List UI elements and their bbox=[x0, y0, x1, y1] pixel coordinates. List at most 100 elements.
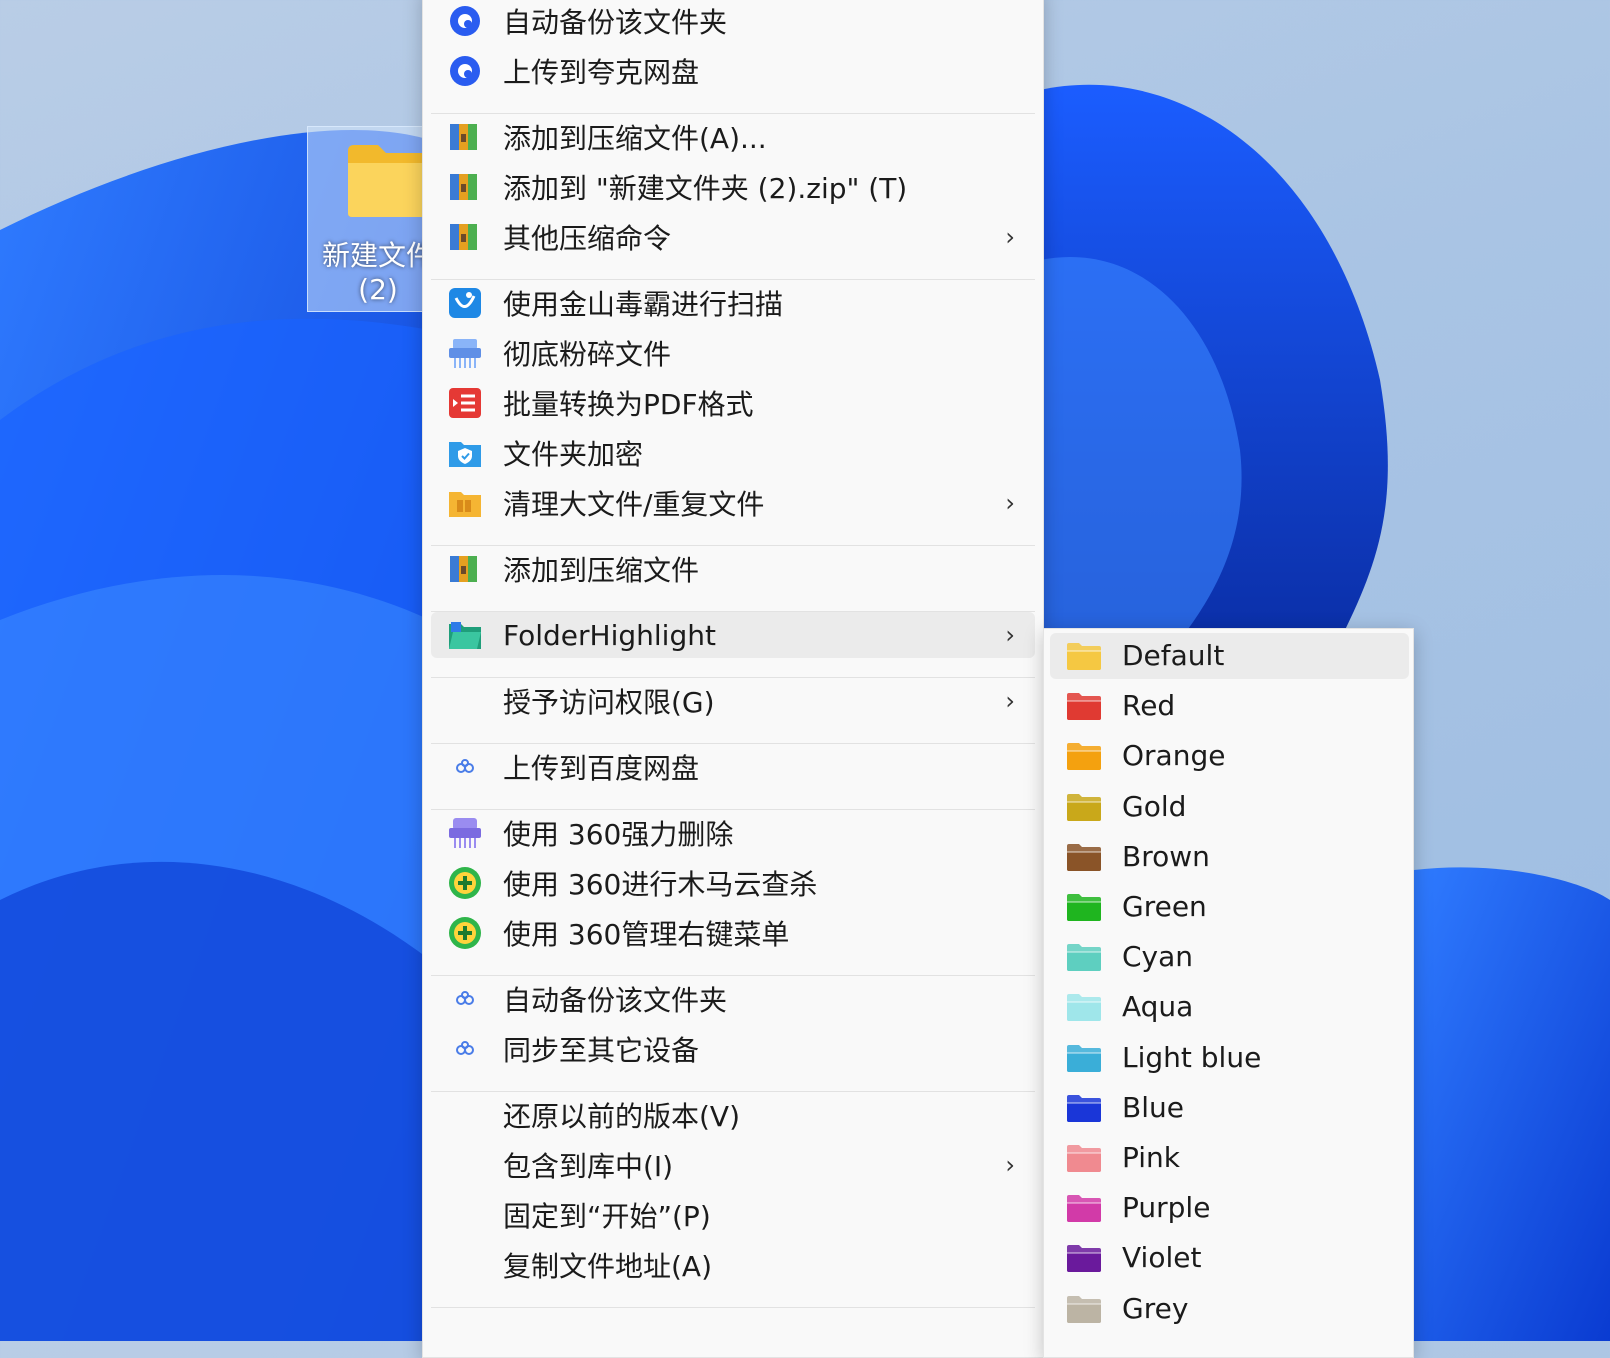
chevron-right-icon: › bbox=[1005, 223, 1015, 251]
color-option[interactable]: Red bbox=[1050, 683, 1409, 729]
baidu-cloud-icon bbox=[447, 750, 483, 784]
color-option[interactable]: Purple bbox=[1050, 1185, 1409, 1231]
folder-color-icon bbox=[1066, 641, 1102, 675]
menu-item-label: 添加到压缩文件(A)... bbox=[503, 122, 767, 155]
color-option-label: Green bbox=[1122, 890, 1207, 923]
menu-item[interactable]: 还原以前的版本(V) bbox=[431, 1092, 1035, 1138]
menu-item-label: 授予访问权限(G) bbox=[503, 686, 715, 719]
menu-item[interactable]: 使用金山毒霸进行扫描 bbox=[431, 280, 1035, 326]
color-option[interactable]: Grey bbox=[1050, 1286, 1409, 1332]
menu-item[interactable]: FolderHighlight › bbox=[431, 612, 1035, 658]
shredder-icon bbox=[447, 336, 483, 370]
menu-item[interactable]: 使用 360管理右键菜单 bbox=[431, 910, 1035, 956]
pdf-convert-icon bbox=[447, 386, 483, 420]
menu-item-label: 添加到压缩文件 bbox=[503, 554, 700, 587]
menu-item-label: 清理大文件/重复文件 bbox=[503, 488, 765, 521]
menu-item[interactable]: 添加到压缩文件(A)... bbox=[431, 114, 1035, 160]
folder-color-icon bbox=[1066, 1043, 1102, 1077]
quark-cloud-icon bbox=[447, 54, 483, 88]
folder-color-icon bbox=[1066, 1143, 1102, 1177]
folder-color-icon bbox=[1066, 992, 1102, 1026]
folder-color-icon bbox=[1066, 792, 1102, 826]
color-option[interactable]: Brown bbox=[1050, 834, 1409, 880]
folder-color-icon bbox=[1066, 691, 1102, 725]
menu-item[interactable]: 同步至其它设备 bbox=[431, 1026, 1035, 1072]
color-option-label: Blue bbox=[1122, 1090, 1184, 1124]
color-option-label: Grey bbox=[1122, 1291, 1189, 1325]
color-option-label: Red bbox=[1122, 689, 1176, 723]
360-security-icon bbox=[447, 916, 483, 950]
menu-item-label: 上传到百度网盘 bbox=[503, 752, 700, 785]
color-option[interactable]: Orange bbox=[1050, 733, 1409, 779]
chevron-right-icon: › bbox=[1005, 1151, 1015, 1179]
color-option[interactable]: Cyan bbox=[1050, 934, 1409, 980]
color-option[interactable]: Blue bbox=[1050, 1085, 1409, 1131]
folder-color-icon bbox=[1066, 1294, 1102, 1328]
menu-item-label: 固定到“开始”(P) bbox=[503, 1200, 711, 1233]
archive-icon bbox=[447, 552, 483, 586]
menu-item[interactable]: 文件夹加密 bbox=[431, 430, 1035, 476]
menu-item[interactable]: 批量转换为PDF格式 bbox=[431, 380, 1035, 426]
menu-item[interactable]: 上传到百度网盘 bbox=[431, 744, 1035, 790]
menu-item[interactable]: 清理大文件/重复文件 › bbox=[431, 480, 1035, 526]
menu-item-label: 批量转换为PDF格式 bbox=[503, 388, 754, 421]
antivirus-scan-icon bbox=[447, 286, 483, 320]
color-option-label: Aqua bbox=[1122, 990, 1194, 1024]
color-option-label: Pink bbox=[1122, 1141, 1181, 1174]
color-option[interactable]: Pink bbox=[1050, 1135, 1409, 1181]
menu-item-label: 同步至其它设备 bbox=[503, 1034, 700, 1067]
menu-item[interactable]: 包含到库中(I) › bbox=[431, 1142, 1035, 1188]
archive-icon bbox=[447, 120, 483, 154]
menu-item[interactable]: 添加到 "新建文件夹 (2).zip" (T) bbox=[431, 164, 1035, 210]
color-option[interactable]: Default bbox=[1050, 633, 1409, 679]
folder-color-icon bbox=[1066, 942, 1102, 976]
chevron-right-icon: › bbox=[1005, 687, 1015, 715]
folder-color-icon bbox=[1066, 892, 1102, 926]
menu-item-label: 自动备份该文件夹 bbox=[503, 6, 728, 39]
color-option-label: Orange bbox=[1122, 739, 1226, 773]
context-menu: 自动备份该文件夹 上传到夸克网盘 添加到压缩文件(A)... 添加到 "新建文件夹 (… bbox=[422, 0, 1044, 1358]
menu-item[interactable]: 自动备份该文件夹 bbox=[431, 976, 1035, 1022]
chevron-right-icon: › bbox=[1005, 489, 1015, 517]
color-option-label: Gold bbox=[1122, 789, 1187, 823]
menu-item[interactable]: 彻底粉碎文件 bbox=[431, 330, 1035, 376]
menu-item-label: 使用 360进行木马云查杀 bbox=[503, 868, 818, 901]
color-option-label: Purple bbox=[1122, 1191, 1211, 1225]
menu-item[interactable]: 复制文件地址(A) bbox=[431, 1242, 1035, 1288]
color-option-label: Cyan bbox=[1122, 940, 1194, 974]
folder-color-icon bbox=[1066, 1243, 1102, 1277]
color-option-label: Light blue bbox=[1122, 1040, 1262, 1074]
menu-item[interactable]: 使用 360进行木马云查杀 bbox=[431, 860, 1035, 906]
color-option-label: Violet bbox=[1122, 1241, 1202, 1275]
menu-item-label: 使用 360管理右键菜单 bbox=[503, 918, 790, 951]
menu-item[interactable]: 上传到夸克网盘 bbox=[431, 48, 1035, 94]
360-security-icon bbox=[447, 866, 483, 900]
menu-item-label: 自动备份该文件夹 bbox=[503, 984, 728, 1017]
folder-clean-icon bbox=[447, 486, 483, 520]
chevron-right-icon: › bbox=[1005, 621, 1015, 649]
color-option[interactable]: Green bbox=[1050, 884, 1409, 930]
archive-icon bbox=[447, 220, 483, 254]
color-option[interactable]: Aqua bbox=[1050, 984, 1409, 1030]
folderhighlight-submenu: Default Red Orange Gold Brown Green Cyan… bbox=[1043, 628, 1414, 1358]
menu-item[interactable]: 自动备份该文件夹 bbox=[431, 0, 1035, 44]
folder-color-icon bbox=[1066, 1093, 1102, 1127]
menu-item[interactable]: 其他压缩命令 › bbox=[431, 214, 1035, 260]
folder-color-icon bbox=[1066, 741, 1102, 775]
menu-item[interactable]: 使用 360强力删除 bbox=[431, 810, 1035, 856]
menu-item-label: 使用金山毒霸进行扫描 bbox=[503, 288, 784, 321]
menu-separator bbox=[431, 1307, 1035, 1308]
menu-item-label: 还原以前的版本(V) bbox=[503, 1100, 741, 1133]
menu-item[interactable]: 添加到压缩文件 bbox=[431, 546, 1035, 592]
menu-item-label: 使用 360强力删除 bbox=[503, 818, 734, 851]
color-option-label: Brown bbox=[1122, 839, 1210, 873]
menu-item-label: 复制文件地址(A) bbox=[503, 1250, 713, 1283]
color-option[interactable]: Gold bbox=[1050, 784, 1409, 830]
menu-item-label: FolderHighlight bbox=[503, 618, 716, 652]
color-option[interactable]: Violet bbox=[1050, 1235, 1409, 1281]
folderhighlight-icon bbox=[447, 618, 483, 652]
color-option[interactable]: Light blue bbox=[1050, 1035, 1409, 1081]
menu-item[interactable]: 授予访问权限(G) › bbox=[431, 678, 1035, 724]
menu-item-label: 其他压缩命令 bbox=[503, 222, 672, 255]
menu-item[interactable]: 固定到“开始”(P) bbox=[431, 1192, 1035, 1238]
